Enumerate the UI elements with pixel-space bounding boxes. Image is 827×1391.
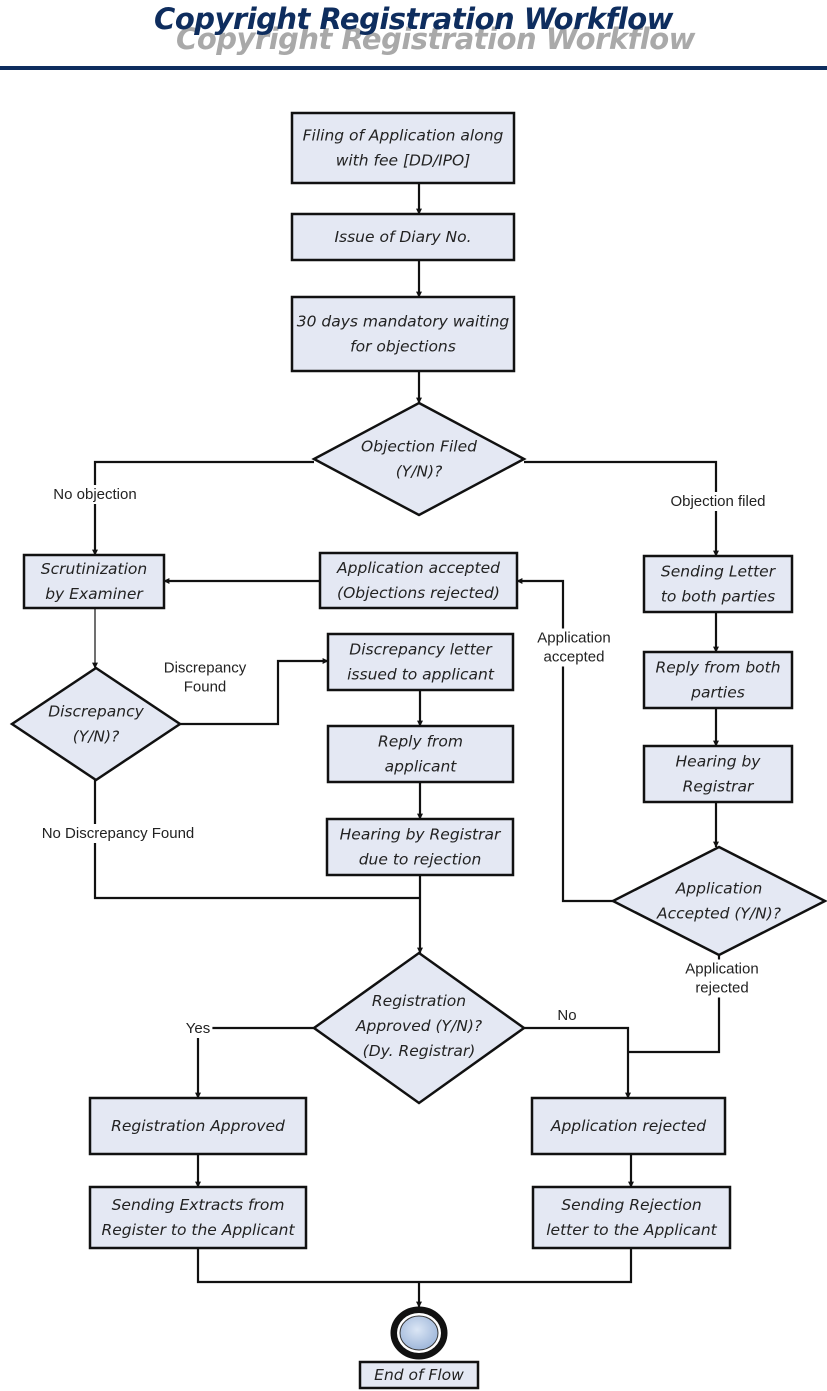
edge-label-text: No Discrepancy Found [42,825,195,842]
hearing-rejection-text: due to rejection [359,851,482,869]
accepted-decision-decision: Application Accepted (Y/N)? [610,845,827,957]
scrutiny-text: Scrutinization [41,560,147,578]
objection-decision-text: Objection Filed [361,438,477,456]
app-rejected-text: Application rejected [550,1117,706,1135]
app-rejected-node: Application rejected [530,1096,727,1156]
edge-extracts-merge [196,1248,633,1284]
waiting-text: 30 days mandatory waiting [297,313,510,331]
accepted-decision-text: Accepted (Y/N)? [656,905,781,923]
edge-label-no-discrepancy: No Discrepancy Found [39,824,197,843]
scrutiny-node: Scrutinization by Examiner [22,553,166,610]
waiting-box [290,295,516,373]
end-node: End of Flow [358,1306,480,1390]
discrepancy-decision-text: (Y/N)? [73,728,120,746]
edge-label-no: No [556,1006,578,1025]
objection-decision-text: (Y/N)? [396,463,443,481]
hearing-registrar-text: Hearing by [676,753,762,771]
edge-label-text: No [557,1007,576,1024]
reply-applicant-text: applicant [385,758,458,776]
end-circle-inner [399,1315,439,1351]
sending-extracts-node: Sending Extracts from Register to the App… [88,1185,308,1250]
registration-decision-decision: Registration Approved (Y/N)? (Dy. Registra… [311,951,527,1105]
hearing-rejection-text: Hearing by Registrar [340,826,502,844]
objection-decision-decision: Objection Filed (Y/N)? [311,401,527,517]
edge-label-discrepancy-found: Discrepancy Found [160,658,250,697]
discrepancy-letter-node: Discrepancy letter issued to applicant [326,632,515,692]
edge-registration-rejected [524,1026,631,1099]
app-accepted-text: Application accepted [336,559,500,577]
edge-label-text: Discrepancy [164,660,247,677]
flowchart: No objection Objection filed Discrepancy Fo… [9,111,827,1390]
edge-label-application-rejected: Application rejected [677,959,767,998]
hearing-registrar-text: Registrar [683,778,755,796]
objection-decision-diamond [311,401,527,517]
sending-extracts-text: Sending Extracts from [112,1196,285,1214]
sending-letter-node: Sending Letter to both parties [642,554,794,614]
diary-node: Issue of Diary No. [290,212,516,262]
filing-text: with fee [DD/IPO] [336,152,471,170]
reply-both-node: Reply from both parties [642,650,794,710]
edge-label-objection-filed: Objection filed [658,492,778,511]
discrepancy-decision-diamond [9,666,183,782]
hearing-registrar-node: Hearing by Registrar [642,744,794,804]
sending-rejection-text: letter to the Applicant [546,1221,717,1239]
nodes-layer: Filing of Application along with fee [DD/… [9,111,827,1390]
edge-registration-approved [195,1026,314,1099]
reply-both-text: Reply from both [655,659,780,677]
app-accepted-node: Application accepted (Objections rejected… [318,551,519,610]
edge-label-text: Objection filed [670,493,765,510]
end-text: End of Flow [374,1366,464,1384]
registration-decision-text: Registration [372,992,466,1010]
edge-label-text: No objection [53,486,136,503]
filing-node: Filing of Application along with fee [DD/… [290,111,516,185]
registration-decision-text: (Dy. Registrar) [363,1042,476,1060]
edge-label-text: Application [685,961,758,978]
discrepancy-decision-text: Discrepancy [48,703,144,721]
edge-label-text: rejected [695,980,748,997]
discrepancy-letter-text: issued to applicant [347,666,495,684]
discrepancy-letter-text: Discrepancy letter [349,641,493,659]
edge-label-no-objection: No objection [46,485,144,504]
registration-decision-text: Approved (Y/N)? [355,1017,482,1035]
reply-both-text: parties [690,684,745,702]
accepted-decision-text: Application [675,880,763,898]
edge-label-text: Yes [186,1020,210,1037]
scrutiny-text: by Examiner [45,585,144,603]
edge-label-text: Found [184,679,227,696]
sending-rejection-text: Sending Rejection [561,1196,701,1214]
waiting-node: 30 days mandatory waiting for objections [290,295,516,373]
app-accepted-text: (Objections rejected) [337,584,500,602]
sending-letter-text: to both parties [661,588,775,606]
filing-text: Filing of Application along [303,127,504,145]
sending-rejection-node: Sending Rejection letter to the Applicant [531,1185,732,1250]
sending-letter-text: Sending Letter [661,563,777,581]
edge-label-text: accepted [544,649,605,666]
waiting-text: for objections [350,338,456,356]
edge-label-application-accepted: Application accepted [529,628,619,667]
edge-label-text: Application [537,630,610,647]
reg-approved-text: Registration Approved [111,1117,285,1135]
reg-approved-node: Registration Approved [88,1096,308,1156]
edge-label-yes: Yes [183,1019,213,1038]
hearing-rejection-node: Hearing by Registrar due to rejection [325,817,515,877]
reply-applicant-node: Reply from applicant [326,724,515,784]
diary-text: Issue of Diary No. [334,228,471,246]
accepted-decision-diamond [610,845,827,957]
reply-applicant-text: Reply from [378,733,463,751]
filing-box [290,111,516,185]
edge-objection-scrutiny [92,460,314,556]
discrepancy-decision-decision: Discrepancy (Y/N)? [9,666,183,782]
sending-extracts-text: Register to the Applicant [101,1221,295,1239]
page-title: Copyright Registration Workflow [154,2,673,36]
